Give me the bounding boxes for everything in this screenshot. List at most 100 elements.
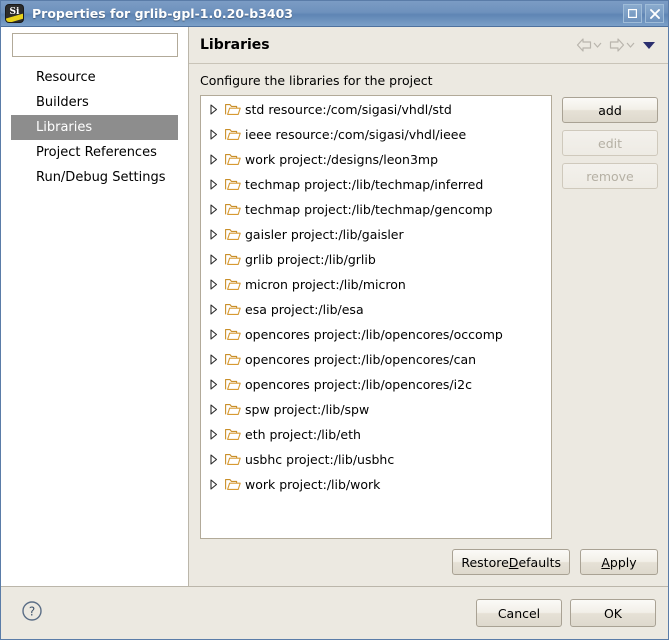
table-row[interactable]: opencores project:/lib/opencores/occomp	[201, 322, 551, 347]
restore-defaults-mnemonic: D	[508, 554, 519, 570]
triangle-right-icon[interactable]	[205, 354, 223, 365]
open-folder-icon	[223, 253, 243, 266]
library-path: grlib project:/lib/grlib	[245, 252, 376, 267]
table-row[interactable]: ieee resource:/com/sigasi/vhdl/ieee	[201, 122, 551, 147]
open-folder-icon	[223, 428, 243, 441]
open-folder-icon	[223, 403, 243, 416]
open-folder-icon	[223, 378, 243, 391]
add-button[interactable]: add	[562, 97, 658, 123]
library-path: spw project:/lib/spw	[245, 402, 370, 417]
library-path: gaisler project:/lib/gaisler	[245, 227, 404, 242]
table-row[interactable]: work project:/lib/work	[201, 472, 551, 497]
sidebar-item-label: Libraries	[36, 120, 93, 135]
table-row[interactable]: techmap project:/lib/techmap/inferred	[201, 172, 551, 197]
table-row[interactable]: micron project:/lib/micron	[201, 272, 551, 297]
triangle-right-icon[interactable]	[205, 479, 223, 490]
sidebar-item-builders[interactable]: Builders	[11, 90, 178, 115]
triangle-right-icon[interactable]	[205, 154, 223, 165]
triangle-right-icon[interactable]	[205, 279, 223, 290]
chevron-down-icon	[626, 42, 635, 48]
triangle-right-icon[interactable]	[205, 454, 223, 465]
remove-button[interactable]: remove	[562, 163, 658, 189]
open-folder-icon	[223, 278, 243, 291]
library-path: usbhc project:/lib/usbhc	[245, 452, 395, 467]
restore-defaults-label-before: Restore	[461, 554, 509, 570]
table-row[interactable]: grlib project:/lib/grlib	[201, 247, 551, 272]
open-folder-icon	[223, 478, 243, 491]
triangle-right-icon[interactable]	[205, 104, 223, 115]
left-arrow-icon	[576, 38, 592, 52]
library-path: techmap project:/lib/techmap/gencomp	[245, 202, 493, 217]
table-row[interactable]: esa project:/lib/esa	[201, 297, 551, 322]
maximize-button[interactable]	[623, 4, 642, 23]
table-row[interactable]: usbhc project:/lib/usbhc	[201, 447, 551, 472]
library-path: std resource:/com/sigasi/vhdl/std	[245, 102, 452, 117]
titlebar-buttons	[623, 4, 664, 23]
triangle-right-icon[interactable]	[205, 229, 223, 240]
sidebar-item-project-references[interactable]: Project References	[11, 140, 178, 165]
window-title: Properties for grlib-gpl-1.0.20-b3403	[32, 6, 293, 21]
preference-page-libraries: Libraries Configure the libraries for th…	[189, 27, 668, 586]
triangle-right-icon[interactable]	[205, 429, 223, 440]
table-row[interactable]: opencores project:/lib/opencores/can	[201, 347, 551, 372]
library-path: work project:/designs/leon3mp	[245, 152, 439, 167]
library-path: esa project:/lib/esa	[245, 302, 364, 317]
filter-input[interactable]	[12, 33, 178, 57]
open-folder-icon	[223, 453, 243, 466]
library-path: techmap project:/lib/techmap/inferred	[245, 177, 484, 192]
properties-dialog: Si Properties for grlib-gpl-1.0.20-b3403	[0, 0, 669, 640]
filter-wrapper	[1, 33, 188, 57]
close-button[interactable]	[645, 4, 664, 23]
sidebar-item-resource[interactable]: Resource	[11, 65, 178, 90]
table-row[interactable]: techmap project:/lib/techmap/gencomp	[201, 197, 551, 222]
table-row[interactable]: work project:/designs/leon3mp	[201, 147, 551, 172]
restore-defaults-button[interactable]: Restore Defaults	[452, 549, 570, 575]
triangle-right-icon[interactable]	[205, 254, 223, 265]
library-path: ieee resource:/com/sigasi/vhdl/ieee	[245, 127, 467, 142]
triangle-right-icon[interactable]	[205, 129, 223, 140]
triangle-right-icon[interactable]	[205, 404, 223, 415]
open-folder-icon	[223, 303, 243, 316]
library-path: micron project:/lib/micron	[245, 277, 406, 292]
library-path: work project:/lib/work	[245, 477, 381, 492]
libraries-content: std resource:/com/sigasi/vhdl/std ieee r…	[189, 95, 668, 539]
table-row[interactable]: eth project:/lib/eth	[201, 422, 551, 447]
library-path: opencores project:/lib/opencores/occomp	[245, 327, 503, 342]
cancel-button[interactable]: Cancel	[476, 599, 562, 627]
back-navigation-button[interactable]	[576, 38, 602, 52]
open-folder-icon	[223, 228, 243, 241]
table-row[interactable]: gaisler project:/lib/gaisler	[201, 222, 551, 247]
preferences-sidebar: Resource Builders Libraries Project Refe…	[1, 27, 189, 586]
dialog-footer: ? Cancel OK	[1, 587, 668, 639]
edit-button[interactable]: edit	[562, 130, 658, 156]
sidebar-item-label: Resource	[36, 70, 96, 85]
open-folder-icon	[223, 178, 243, 191]
libraries-tree[interactable]: std resource:/com/sigasi/vhdl/std ieee r…	[200, 95, 552, 539]
table-row[interactable]: std resource:/com/sigasi/vhdl/std	[201, 97, 551, 122]
forward-navigation-button[interactable]	[609, 38, 635, 52]
apply-mnemonic: A	[601, 554, 610, 570]
window-titlebar[interactable]: Si Properties for grlib-gpl-1.0.20-b3403	[1, 1, 668, 27]
maximize-icon	[628, 9, 637, 18]
view-menu-button[interactable]	[642, 40, 656, 50]
library-action-buttons: add edit remove	[562, 95, 658, 539]
sidebar-item-run-debug-settings[interactable]: Run/Debug Settings	[11, 165, 178, 190]
help-question-icon[interactable]: ?	[21, 600, 43, 626]
sidebar-item-libraries[interactable]: Libraries	[11, 115, 178, 140]
open-folder-icon	[223, 128, 243, 141]
preference-page-list: Resource Builders Libraries Project Refe…	[1, 65, 188, 586]
triangle-right-icon[interactable]	[205, 204, 223, 215]
sigasi-si-icon: Si	[6, 5, 23, 22]
restore-defaults-label-after: efaults	[518, 554, 561, 570]
triangle-right-icon[interactable]	[205, 379, 223, 390]
page-title: Libraries	[200, 37, 270, 53]
open-folder-icon	[223, 103, 243, 116]
triangle-right-icon[interactable]	[205, 304, 223, 315]
table-row[interactable]: spw project:/lib/spw	[201, 397, 551, 422]
ok-button[interactable]: OK	[570, 599, 656, 627]
triangle-right-icon[interactable]	[205, 179, 223, 190]
sidebar-item-label: Builders	[36, 95, 89, 110]
table-row[interactable]: opencores project:/lib/opencores/i2c	[201, 372, 551, 397]
apply-button[interactable]: Apply	[580, 549, 658, 575]
triangle-right-icon[interactable]	[205, 329, 223, 340]
